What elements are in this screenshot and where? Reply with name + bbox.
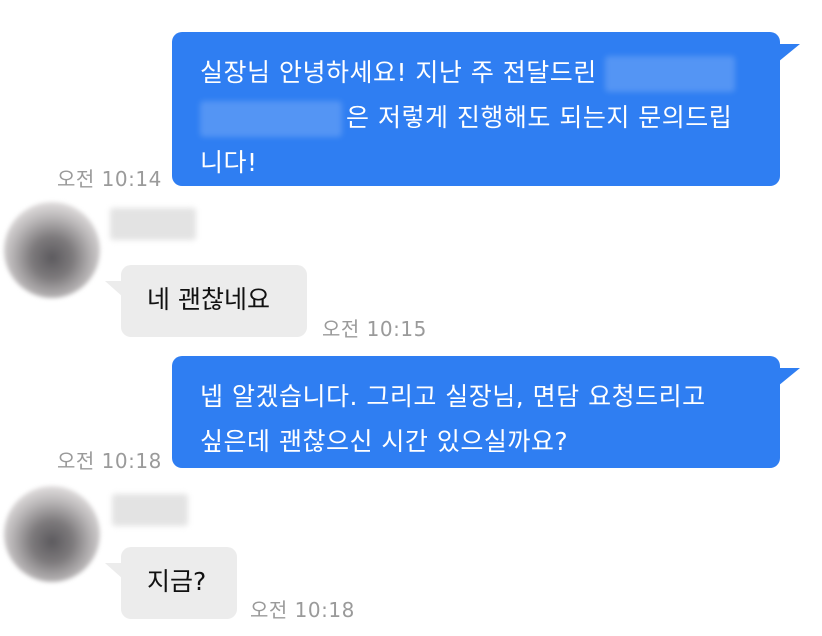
message-text: 네 괜찮네요 [147,285,270,314]
message-timestamp: 오전 10:18 [57,449,162,473]
message-line: 실장님 안녕하세요! 지난 주 전달드린 [200,50,760,95]
redacted-text [200,101,342,137]
redacted-sender-name [110,208,196,240]
message-timestamp: 오전 10:18 [250,598,355,622]
message-line: 은 저렇게 진행해도 되는지 문의드립 [200,95,760,140]
bubble-tail [105,563,123,579]
received-message-bubble[interactable]: 네 괜찮네요 [105,265,307,337]
message-text: 지금? [147,567,207,596]
message-line: 니다! [200,148,258,177]
bubble-tail [778,368,800,386]
received-message-bubble[interactable]: 지금? [105,547,237,619]
redacted-text [605,56,736,92]
message-line: 싶은데 괜찮으신 시간 있으실까요? [200,427,569,456]
avatar[interactable] [4,202,100,298]
sent-message-bubble[interactable]: 넵 알겠습니다. 그리고 실장님, 면담 요청드리고 싶은데 괜찮으신 시간 있… [172,356,800,468]
bubble-tail [105,281,123,297]
message-timestamp: 오전 10:15 [322,317,427,341]
redacted-sender-name [112,494,188,526]
chat-thread: 실장님 안녕하세요! 지난 주 전달드린 은 저렇게 진행해도 되는지 문의드립… [0,0,822,636]
message-timestamp: 오전 10:14 [57,167,162,191]
sent-message-bubble[interactable]: 실장님 안녕하세요! 지난 주 전달드린 은 저렇게 진행해도 되는지 문의드립… [172,32,800,186]
message-line: 넵 알겠습니다. 그리고 실장님, 면담 요청드리고 [200,382,706,411]
bubble-tail [778,44,800,62]
avatar[interactable] [4,486,100,582]
